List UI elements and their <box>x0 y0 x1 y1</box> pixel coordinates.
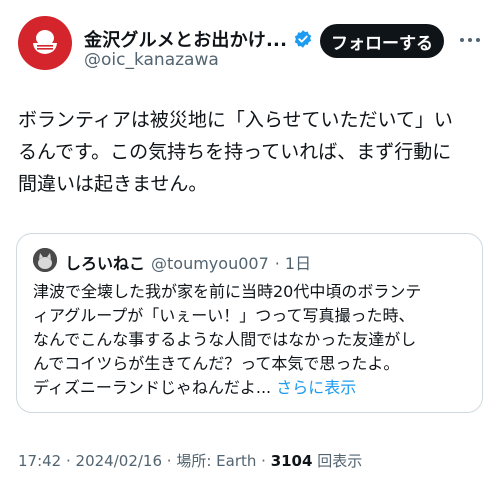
tweet-date[interactable]: 2024/02/16 <box>76 452 162 470</box>
view-label: 回表示 <box>317 452 363 470</box>
quoted-line: 津波で全壊した我が家を前に当時20代中頃のボランテ <box>33 282 422 301</box>
quoted-text: 津波で全壊した我が家を前に当時20代中頃のボランテ ィアグループが「いぇーい！」… <box>33 280 473 400</box>
view-count: 3104 <box>270 452 313 470</box>
tweet-line: るんです。この気持ちを持っていれば、まず行動に <box>18 141 452 163</box>
tweet-line: ボランティアは被災地に「入らせていただいて」い <box>18 109 453 131</box>
quoted-handle: @toumyou007 <box>151 254 269 273</box>
tweet-location: 場所: Earth <box>176 452 257 470</box>
quoted-tweet[interactable]: しろいねこ @toumyou007 · 1日 津波で全壊した我が家を前に当時20代中… <box>16 233 483 413</box>
quoted-header: しろいねこ @toumyou007 · 1日 <box>65 250 311 274</box>
quoted-line: ィアグループが「いぇーい！」つって写真撮った時、 <box>33 306 415 325</box>
tweet-meta: 17:42 · 2024/02/16 · 場所: Earth · 3104 回表… <box>18 452 363 470</box>
display-name[interactable]: 金沢グルメとお出かけ... <box>84 26 287 52</box>
quoted-avatar <box>33 248 57 272</box>
avatar[interactable] <box>18 16 72 70</box>
author-name-row[interactable]: 金沢グルメとお出かけ... <box>84 26 313 52</box>
tweet-text: ボランティアは被災地に「入らせていただいて」い るんです。この気持ちを持っていれ… <box>18 104 488 200</box>
tweet-line: 間違いは起きません。 <box>18 173 208 195</box>
quoted-line: んでコイツらが生きてんだ？って本気で思ったよ。 <box>33 354 400 373</box>
quoted-line: なんでこんな事するような人間ではなかった友達がし <box>33 330 417 349</box>
follow-button[interactable]: フォローする <box>320 24 444 58</box>
more-options-icon[interactable] <box>460 38 480 42</box>
show-more-link[interactable]: さらに表示 <box>276 378 356 397</box>
quoted-name: しろいねこ <box>65 254 146 273</box>
quoted-line: ディズニーランドじゃねんだよ... <box>33 378 272 397</box>
tweet-time[interactable]: 17:42 <box>18 452 61 470</box>
quoted-time: · 1日 <box>274 254 312 273</box>
rice-bowl-logo-icon <box>33 30 57 54</box>
verified-badge-icon <box>294 30 312 48</box>
author-handle[interactable]: @oic_kanazawa <box>84 50 219 70</box>
